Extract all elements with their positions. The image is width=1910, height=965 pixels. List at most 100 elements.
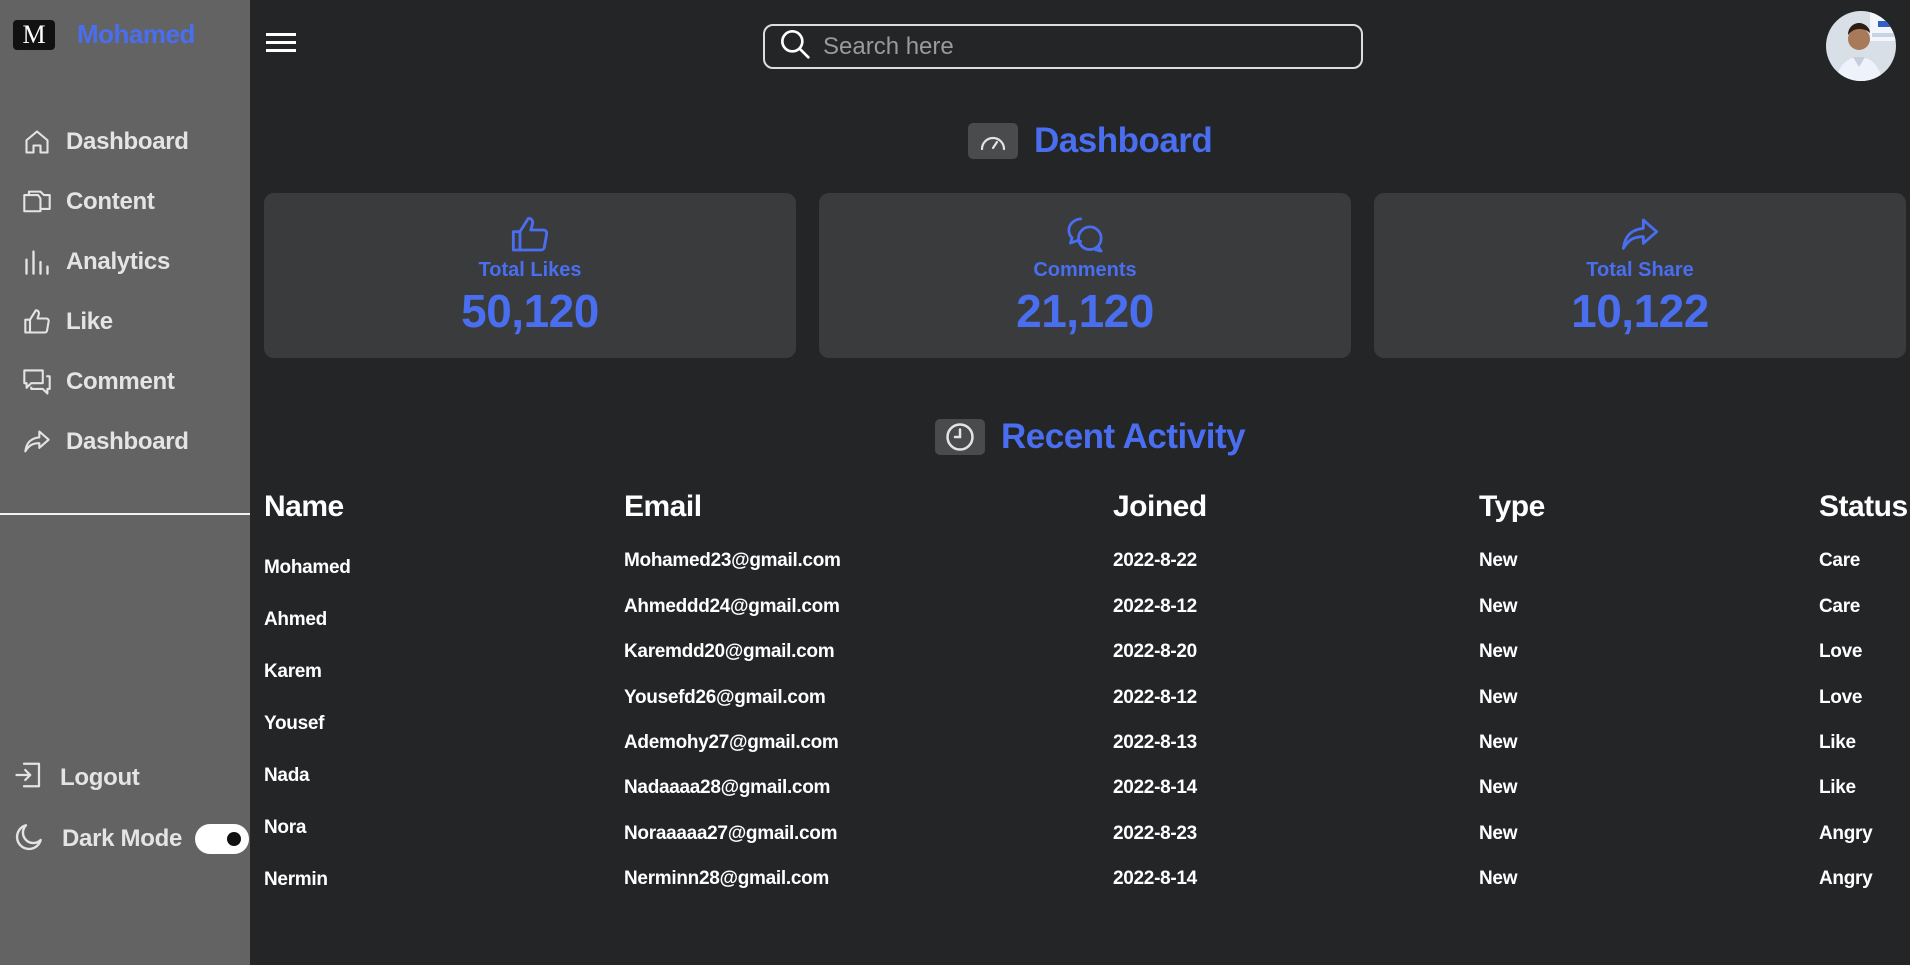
table-cell-joined: 2022-8-23: [1113, 823, 1197, 844]
stat-card-share: Total Share 10,122: [1374, 193, 1906, 358]
dark-mode-label: Dark Mode: [62, 824, 182, 852]
sidebar-divider: [0, 513, 250, 515]
table-cell-name: Karem: [264, 661, 322, 682]
table-cell-status: Angry: [1819, 823, 1873, 844]
logout-icon: [14, 760, 44, 795]
table-cell-status: Like: [1819, 777, 1856, 798]
bar-chart-icon: [22, 247, 52, 277]
files-icon: [22, 187, 52, 217]
table-cell-joined: 2022-8-14: [1113, 777, 1197, 798]
stat-value: 21,120: [1016, 285, 1154, 337]
dashboard-heading: Dashboard: [968, 121, 1213, 161]
logout-button[interactable]: Logout: [14, 760, 140, 795]
clock-icon: [935, 419, 985, 455]
column-header-joined: Joined: [1113, 490, 1207, 523]
page-title: Dashboard: [1034, 121, 1213, 160]
comments-icon: [1064, 215, 1106, 255]
table-cell-type: New: [1479, 550, 1518, 571]
column-header-name: Name: [264, 490, 344, 523]
table-cell-type: New: [1479, 596, 1518, 617]
sidebar-item-share[interactable]: Dashboard: [0, 412, 250, 472]
stat-card-likes: Total Likes 50,120: [264, 193, 796, 358]
sidebar-item-content[interactable]: Content: [0, 172, 250, 232]
table-cell-joined: 2022-8-20: [1113, 641, 1197, 662]
table-cell-status: Angry: [1819, 868, 1873, 889]
brand-name: Mohamed: [77, 19, 195, 49]
sidebar-item-label: Dashboard: [66, 128, 189, 155]
share-icon: [22, 427, 52, 457]
search-bar: [763, 24, 1363, 69]
stat-label: Total Share: [1586, 259, 1694, 281]
table-cell-name: Nermin: [264, 869, 328, 890]
table-cell-type: New: [1479, 687, 1518, 708]
sidebar-item-label: Analytics: [66, 248, 171, 275]
table-cell-name: Nada: [264, 765, 310, 786]
section-title: Recent Activity: [1001, 417, 1246, 456]
table-cell-email: Nadaaaa28@gmail.com: [624, 777, 831, 798]
table-cell-email: Yousefd26@gmail.com: [624, 687, 826, 708]
table-cell-type: New: [1479, 777, 1518, 798]
column-header-type: Type: [1479, 490, 1545, 523]
brand[interactable]: M Mohamed: [13, 19, 195, 50]
thumbs-up-icon: [509, 215, 551, 255]
sidebar-item-label: Comment: [66, 368, 175, 395]
recent-activity-heading: Recent Activity: [935, 417, 1246, 457]
table-cell-joined: 2022-8-13: [1113, 732, 1197, 753]
comments-icon: [22, 367, 52, 397]
table-cell-joined: 2022-8-22: [1113, 550, 1197, 571]
home-icon: [22, 127, 52, 157]
share-icon: [1619, 215, 1661, 255]
table-cell-status: Like: [1819, 732, 1856, 753]
table-cell-email: Karemdd20@gmail.com: [624, 641, 835, 662]
stat-label: Comments: [1033, 259, 1137, 281]
table-cell-status: Care: [1819, 550, 1861, 571]
sidebar-item-label: Dashboard: [66, 428, 189, 455]
stat-label: Total Likes: [478, 259, 582, 281]
table-cell-joined: 2022-8-14: [1113, 868, 1197, 889]
dark-mode-toggle[interactable]: [195, 824, 249, 854]
speedometer-icon: [968, 123, 1018, 159]
moon-icon: [14, 820, 46, 857]
search-input[interactable]: [823, 32, 1323, 61]
table-cell-type: New: [1479, 641, 1518, 662]
search-icon: [779, 28, 811, 65]
sidebar-nav: Dashboard Content Analytics Like Comment: [0, 112, 250, 472]
stat-value: 10,122: [1571, 285, 1709, 337]
table-cell-status: Love: [1819, 687, 1863, 708]
column-header-status: Status: [1819, 490, 1908, 523]
table-cell-name: Nora: [264, 817, 307, 838]
table-cell-type: New: [1479, 868, 1518, 889]
sidebar-item-analytics[interactable]: Analytics: [0, 232, 250, 292]
table-cell-joined: 2022-8-12: [1113, 687, 1197, 708]
stat-value: 50,120: [461, 285, 599, 337]
hamburger-icon: [266, 32, 298, 59]
logout-label: Logout: [60, 763, 140, 791]
table-cell-type: New: [1479, 732, 1518, 753]
avatar[interactable]: [1826, 11, 1896, 81]
table-cell-status: Love: [1819, 641, 1863, 662]
sidebar: M Mohamed Dashboard Content Analytics Li…: [0, 0, 250, 965]
table-cell-email: Noraaaaa27@gmail.com: [624, 823, 838, 844]
sidebar-item-dashboard[interactable]: Dashboard: [0, 112, 250, 172]
sidebar-item-label: Content: [66, 188, 155, 215]
table-cell-status: Care: [1819, 596, 1861, 617]
sidebar-item-like[interactable]: Like: [0, 292, 250, 352]
menu-button[interactable]: [266, 32, 298, 59]
sidebar-item-comment[interactable]: Comment: [0, 352, 250, 412]
column-header-email: Email: [624, 490, 702, 523]
dark-mode-row: Dark Mode: [14, 820, 182, 857]
table-cell-email: Ahmeddd24@gmail.com: [624, 596, 840, 617]
table-cell-email: Ademohy27@gmail.com: [624, 732, 839, 753]
table-cell-name: Yousef: [264, 713, 325, 734]
table-cell-email: Nerminn28@gmail.com: [624, 868, 829, 889]
thumbs-up-icon: [22, 307, 52, 337]
table-cell-email: Mohamed23@gmail.com: [624, 550, 841, 571]
table-cell-joined: 2022-8-12: [1113, 596, 1197, 617]
stat-card-comments: Comments 21,120: [819, 193, 1351, 358]
sidebar-item-label: Like: [66, 308, 113, 335]
table-cell-name: Mohamed: [264, 557, 351, 578]
toggle-knob: [227, 832, 241, 846]
table-cell-name: Ahmed: [264, 609, 327, 630]
logo: M: [13, 19, 55, 50]
table-cell-type: New: [1479, 823, 1518, 844]
